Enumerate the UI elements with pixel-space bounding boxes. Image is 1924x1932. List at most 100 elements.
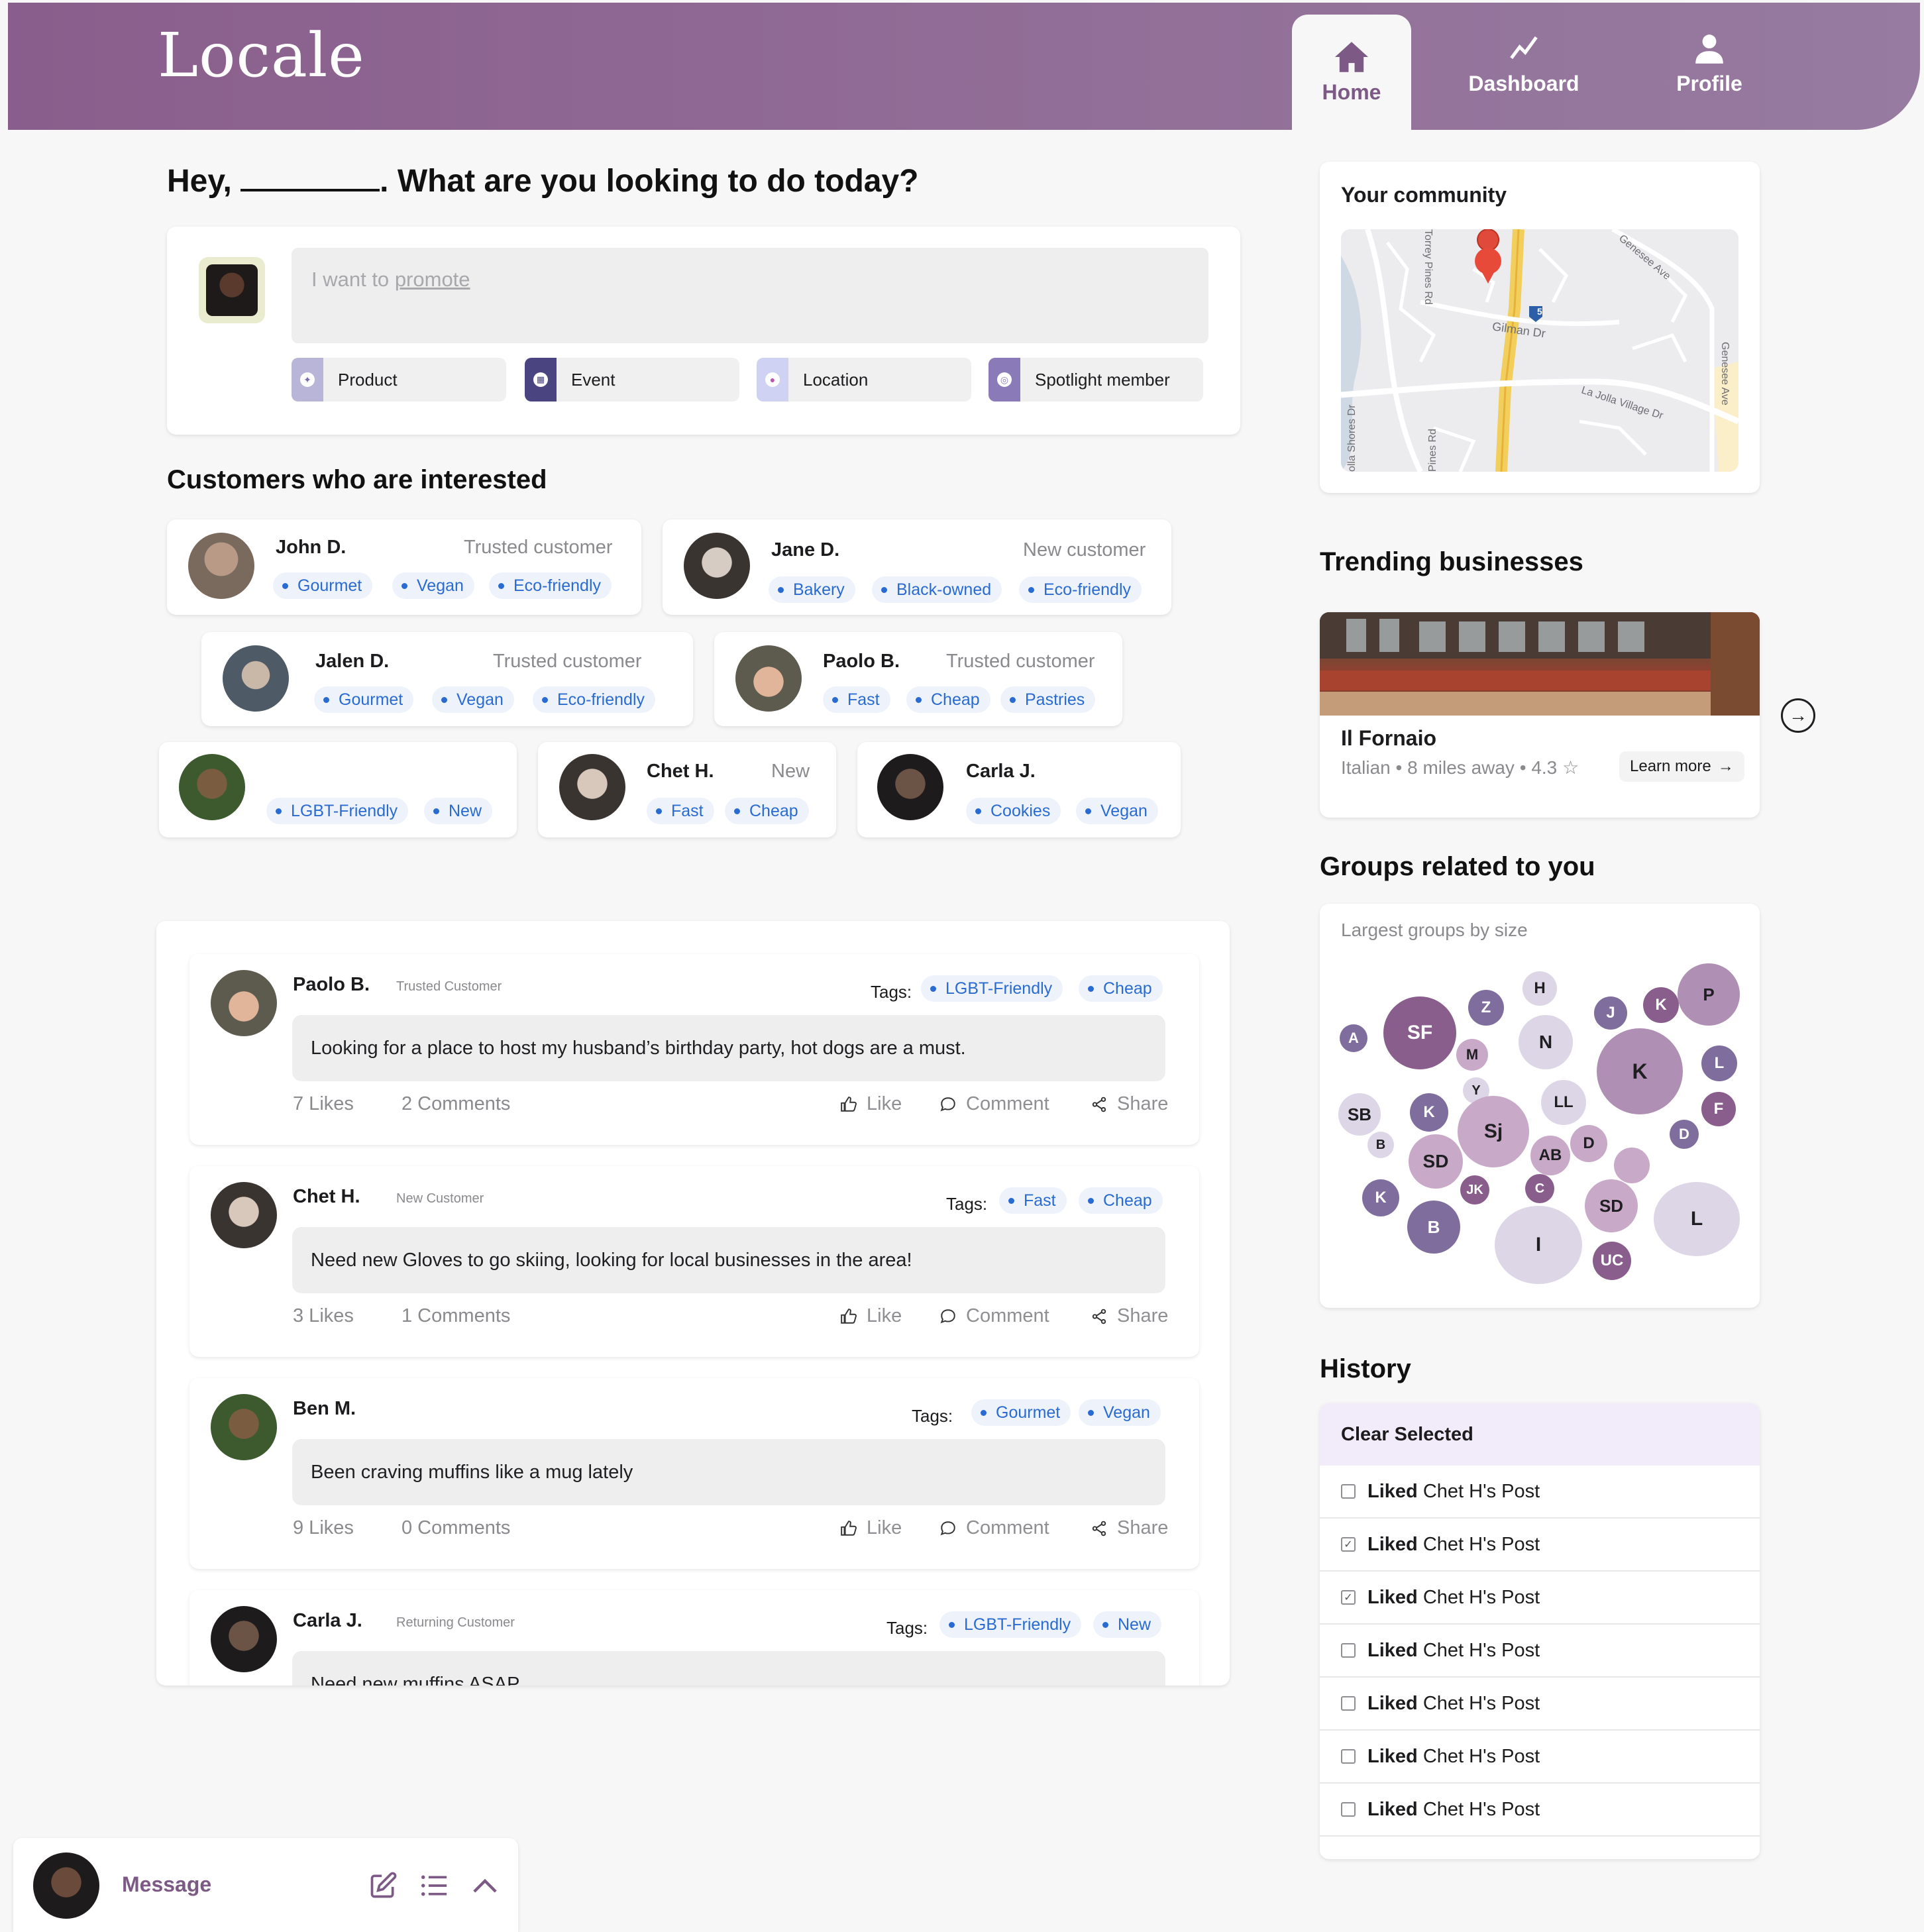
group-bubble[interactable]: Z (1468, 990, 1504, 1026)
group-bubble[interactable]: L (1701, 1046, 1737, 1081)
promote-input[interactable]: I want to promote (292, 248, 1208, 343)
history-item[interactable]: Liked Chet H's Post (1320, 1784, 1760, 1837)
group-bubble[interactable]: K (1643, 987, 1679, 1023)
checkbox-checked[interactable]: ✓ (1341, 1590, 1356, 1605)
group-bubble[interactable]: SB (1338, 1093, 1381, 1136)
group-bubble[interactable]: Sj (1458, 1096, 1529, 1167)
post-author: Paolo B. (293, 974, 370, 995)
nav-profile[interactable]: Profile (1656, 0, 1762, 127)
tag[interactable]: Cheap (1079, 975, 1163, 1002)
community-map[interactable]: 5 Gilman Dr Torrey Pines Rd Genesee Ave … (1341, 229, 1738, 472)
comment-button[interactable]: Comment (939, 1093, 1049, 1115)
history-item[interactable]: ✓ Liked Chet H's Post (1320, 1572, 1760, 1625)
group-bubble[interactable]: D (1670, 1120, 1699, 1149)
group-bubble[interactable]: JK (1460, 1175, 1489, 1205)
tag[interactable]: Fast (999, 1187, 1067, 1214)
history-item[interactable]: ✓ Liked Chet H's Post (1320, 1519, 1760, 1572)
share-button[interactable]: Share (1091, 1093, 1168, 1115)
customer-card[interactable]: Jalen D. Trusted customer Gourmet Vegan … (201, 632, 693, 726)
customer-card[interactable]: Carla J. Cookies Vegan (857, 742, 1181, 837)
avatar (211, 1182, 277, 1248)
history-item[interactable]: Liked Chet H's Post (1320, 1466, 1760, 1519)
share-icon (1092, 1309, 1106, 1324)
like-button[interactable]: Like (840, 1305, 902, 1327)
message-label: Message (122, 1872, 212, 1896)
learn-more-button[interactable]: Learn more → (1619, 751, 1744, 782)
checkbox[interactable] (1341, 1696, 1356, 1711)
group-bubble[interactable]: UC (1593, 1242, 1631, 1280)
history-item[interactable]: Liked Chet H's Post (1320, 1731, 1760, 1784)
promote-link[interactable]: promote (395, 268, 470, 291)
message-bar[interactable]: Message (13, 1838, 518, 1932)
tag: Fast (647, 798, 714, 824)
group-bubble[interactable]: F (1701, 1092, 1736, 1126)
group-bubble[interactable]: A (1340, 1024, 1367, 1052)
option-location[interactable]: ● Location (757, 358, 971, 402)
option-product[interactable]: ✦ Product (292, 358, 506, 402)
nav-home[interactable]: Home (1292, 15, 1411, 130)
avatar (33, 1852, 99, 1919)
group-bubble[interactable]: H (1523, 971, 1557, 1006)
group-bubble[interactable]: C (1525, 1174, 1554, 1203)
group-bubble[interactable]: B (1407, 1201, 1460, 1254)
group-bubble[interactable]: B (1367, 1132, 1394, 1158)
group-bubble[interactable]: J (1594, 996, 1627, 1030)
group-bubble[interactable]: I (1495, 1206, 1582, 1284)
group-bubble[interactable] (1614, 1148, 1650, 1183)
app-logo[interactable]: Locale (158, 20, 365, 91)
group-bubble[interactable]: SF (1383, 996, 1456, 1069)
share-label: Share (1117, 1093, 1169, 1114)
customer-card[interactable]: John D. Trusted customer Gourmet Vegan E… (167, 519, 641, 615)
nav-dashboard[interactable]: Dashboard (1458, 0, 1590, 127)
share-button[interactable]: Share (1091, 1305, 1168, 1327)
customer-status: Trusted customer (946, 651, 1095, 672)
list-icon[interactable] (420, 1872, 449, 1899)
group-bubble[interactable]: D (1570, 1125, 1607, 1162)
next-arrow-button[interactable]: → (1781, 698, 1815, 733)
group-bubble[interactable]: SD (1409, 1134, 1463, 1189)
checkbox[interactable] (1341, 1643, 1356, 1658)
tag[interactable]: New (1093, 1611, 1162, 1638)
tag[interactable]: LGBT-Friendly (939, 1611, 1082, 1638)
tag[interactable]: Gourmet (971, 1399, 1071, 1426)
option-event[interactable]: ▦ Event (525, 358, 739, 402)
avatar (223, 645, 289, 712)
compose-icon[interactable] (368, 1871, 398, 1900)
checkbox[interactable] (1341, 1749, 1356, 1764)
business-meta: Italian • 8 miles away • 4.3 ☆ (1341, 757, 1579, 778)
customer-card[interactable]: Chet H. New Fast Cheap (538, 742, 836, 837)
like-button[interactable]: Like (840, 1517, 902, 1539)
group-bubble[interactable]: M (1456, 1039, 1488, 1071)
comment-button[interactable]: Comment (939, 1517, 1049, 1539)
customer-card[interactable]: Paolo B. Trusted customer Fast Cheap Pas… (714, 632, 1122, 726)
tag[interactable]: Cheap (1079, 1187, 1163, 1214)
group-bubble[interactable]: L (1654, 1182, 1740, 1256)
history-item[interactable]: Liked Chet H's Post (1320, 1678, 1760, 1731)
group-bubble[interactable]: K (1597, 1028, 1683, 1114)
checkbox[interactable] (1341, 1802, 1356, 1817)
thumbs-up-icon (841, 1096, 857, 1112)
comment-button[interactable]: Comment (939, 1305, 1049, 1327)
group-bubble[interactable]: P (1678, 963, 1740, 1026)
option-spotlight[interactable]: ◎ Spotlight member (989, 358, 1203, 402)
trending-business-card[interactable]: Il Fornaio Italian • 8 miles away • 4.3 … (1320, 612, 1760, 818)
like-button[interactable]: Like (840, 1093, 902, 1115)
groups-card: Largest groups by size A SF Z H J K P M … (1320, 904, 1760, 1308)
group-bubble[interactable]: LL (1541, 1080, 1586, 1125)
history-item[interactable]: Liked Chet H's Post (1320, 1625, 1760, 1678)
group-bubble[interactable]: SD (1585, 1179, 1638, 1232)
customer-card[interactable]: LGBT-Friendly New (159, 742, 517, 837)
share-button[interactable]: Share (1091, 1517, 1168, 1539)
likes-count: 7 Likes (293, 1093, 354, 1114)
checkbox-checked[interactable]: ✓ (1341, 1537, 1356, 1552)
checkbox[interactable] (1341, 1484, 1356, 1499)
group-bubble[interactable]: N (1519, 1015, 1573, 1069)
chevron-up-icon[interactable] (470, 1874, 500, 1898)
tag[interactable]: Vegan (1079, 1399, 1161, 1426)
group-bubble[interactable]: K (1410, 1093, 1448, 1132)
tag[interactable]: LGBT-Friendly (921, 975, 1063, 1002)
clear-selected-button[interactable]: Clear Selected (1320, 1403, 1760, 1466)
customer-card[interactable]: Jane D. New customer Bakery Black-owned … (663, 519, 1171, 615)
group-bubble[interactable]: AB (1530, 1136, 1570, 1175)
group-bubble[interactable]: K (1362, 1179, 1399, 1216)
